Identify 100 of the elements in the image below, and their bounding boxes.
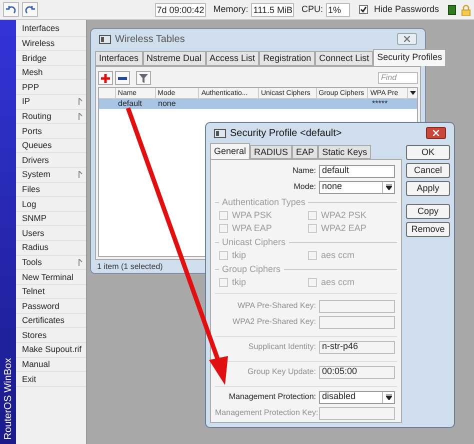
menu-item[interactable]: Queues (16, 138, 86, 154)
menu-item[interactable]: Routing (16, 110, 86, 124)
dropdown-icon (386, 394, 392, 400)
close-icon (404, 36, 410, 42)
undo-button[interactable] (3, 2, 19, 17)
cpu-label: CPU: (301, 2, 323, 16)
menu-item[interactable]: Radius (16, 240, 86, 256)
status-text: 1 item (1 selected) (97, 262, 163, 271)
tab[interactable]: Nstreme Dual (142, 51, 206, 66)
redo-button[interactable] (22, 2, 38, 17)
menu-item[interactable]: Bridge (16, 51, 86, 66)
tab[interactable]: Static Keys (318, 145, 372, 159)
remove-button[interactable] (115, 71, 130, 85)
close-icon (433, 130, 439, 136)
menu-item[interactable]: Drivers (16, 153, 86, 168)
group-heading: Unicast Ciphers (222, 236, 286, 249)
checkbox-label: tkip (232, 248, 246, 262)
dropdown-field[interactable]: none (319, 180, 395, 194)
close-button[interactable] (426, 127, 446, 139)
field-label: WPA Pre-Shared Key: (237, 301, 316, 310)
field-label: WPA2 Pre-Shared Key: (232, 317, 316, 326)
dialog-button[interactable]: OK (406, 145, 450, 160)
submenu-arrow-icon (78, 112, 83, 120)
checkbox-label: Hide Passwords (374, 2, 439, 16)
field-label: Management Protection Key: (215, 408, 318, 417)
tab[interactable]: Connect List (315, 51, 374, 66)
group-heading: Authentication Types (222, 196, 306, 209)
menu-item[interactable]: Make Supout.rif (16, 343, 86, 358)
menu-item[interactable]: System (16, 168, 86, 183)
checkbox-label: tkip (232, 276, 246, 289)
menu-item[interactable]: Wireless (16, 36, 86, 52)
dropdown-field[interactable]: disabled (319, 390, 395, 404)
field-label: Management Protection: (228, 392, 316, 401)
search-field[interactable]: Find (378, 72, 418, 84)
checkbox[interactable] (358, 5, 368, 14)
menu-item[interactable]: Users (16, 226, 86, 241)
field-label: Name: (292, 166, 316, 175)
menu-item[interactable]: Interfaces (16, 22, 86, 37)
menu-item[interactable]: Telnet (16, 284, 86, 300)
checkbox-label: aes ccm (321, 248, 355, 262)
menu-item[interactable]: IP (16, 94, 86, 110)
table-row[interactable]: default none ***** (99, 99, 417, 109)
tab[interactable]: Security Profiles (373, 49, 446, 66)
checkbox-label: WPA EAP (232, 222, 272, 235)
table-cell: none (158, 99, 176, 108)
field-label: Supplicant Identity: (248, 342, 316, 351)
menu-item[interactable]: Log (16, 197, 86, 212)
close-button[interactable] (397, 33, 417, 45)
cpu-field: 1% (326, 2, 350, 16)
memory-field: 111.5 MiB (251, 2, 294, 16)
menu-item[interactable]: Exit (16, 372, 86, 387)
menu-item[interactable]: New Terminal (16, 270, 86, 285)
input-field[interactable]: default (319, 164, 395, 178)
tab[interactable]: Registration (259, 51, 316, 66)
submenu-arrow-icon (78, 258, 83, 266)
tab[interactable]: EAP (292, 145, 318, 159)
tab[interactable]: Interfaces (95, 51, 143, 66)
menu-item[interactable]: Ports (16, 124, 86, 139)
tab[interactable]: General (210, 143, 250, 159)
tab[interactable]: Access List (206, 51, 260, 66)
check-icon (360, 6, 367, 13)
menu-item[interactable]: Password (16, 299, 86, 314)
menu-item[interactable]: Files (16, 182, 86, 198)
brand-label: RouterOS WinBox (2, 358, 14, 440)
checkbox-label: WPA PSK (232, 208, 272, 222)
group-heading: Group Ciphers (222, 262, 281, 276)
memory-label: Memory: (213, 2, 248, 16)
redo-icon (25, 6, 35, 14)
menu-item[interactable]: Mesh (16, 66, 86, 80)
window-icon (214, 128, 226, 138)
dropdown-icon (410, 91, 416, 95)
dialog-button[interactable]: Apply (406, 181, 450, 196)
menu-item[interactable]: SNMP (16, 212, 86, 226)
filter-icon (139, 74, 148, 82)
padlock-icon (461, 4, 471, 16)
menu-item[interactable]: PPP (16, 80, 86, 95)
menu-item[interactable]: Stores (16, 328, 86, 344)
menu-item[interactable]: Manual (16, 358, 86, 372)
field-label: Group Key Update: (248, 367, 316, 376)
uptime-field: 7d 09:00:42 (154, 2, 206, 16)
submenu-arrow-icon (78, 98, 83, 106)
status-indicator-icon (448, 4, 456, 14)
dialog-button[interactable]: Cancel (406, 163, 450, 178)
add-button[interactable] (98, 71, 113, 85)
submenu-arrow-icon (78, 171, 83, 178)
filter-button[interactable] (136, 71, 151, 85)
checkbox-label: WPA2 EAP (321, 222, 366, 235)
menu-item[interactable]: Tools (16, 256, 86, 270)
minus-icon (118, 76, 127, 80)
menu-item[interactable]: Certificates (16, 314, 86, 328)
undo-icon (6, 6, 16, 14)
dropdown-icon (386, 184, 392, 190)
field-label: Mode: (294, 182, 316, 191)
tab[interactable]: RADIUS (250, 145, 292, 159)
checkbox-label: WPA2 PSK (321, 208, 366, 222)
plus-icon (101, 74, 110, 82)
checkbox-label: aes ccm (321, 276, 355, 289)
window-title: Wireless Tables (115, 32, 186, 46)
dialog-button[interactable]: Copy (406, 204, 450, 219)
dialog-button[interactable]: Remove (406, 222, 450, 237)
